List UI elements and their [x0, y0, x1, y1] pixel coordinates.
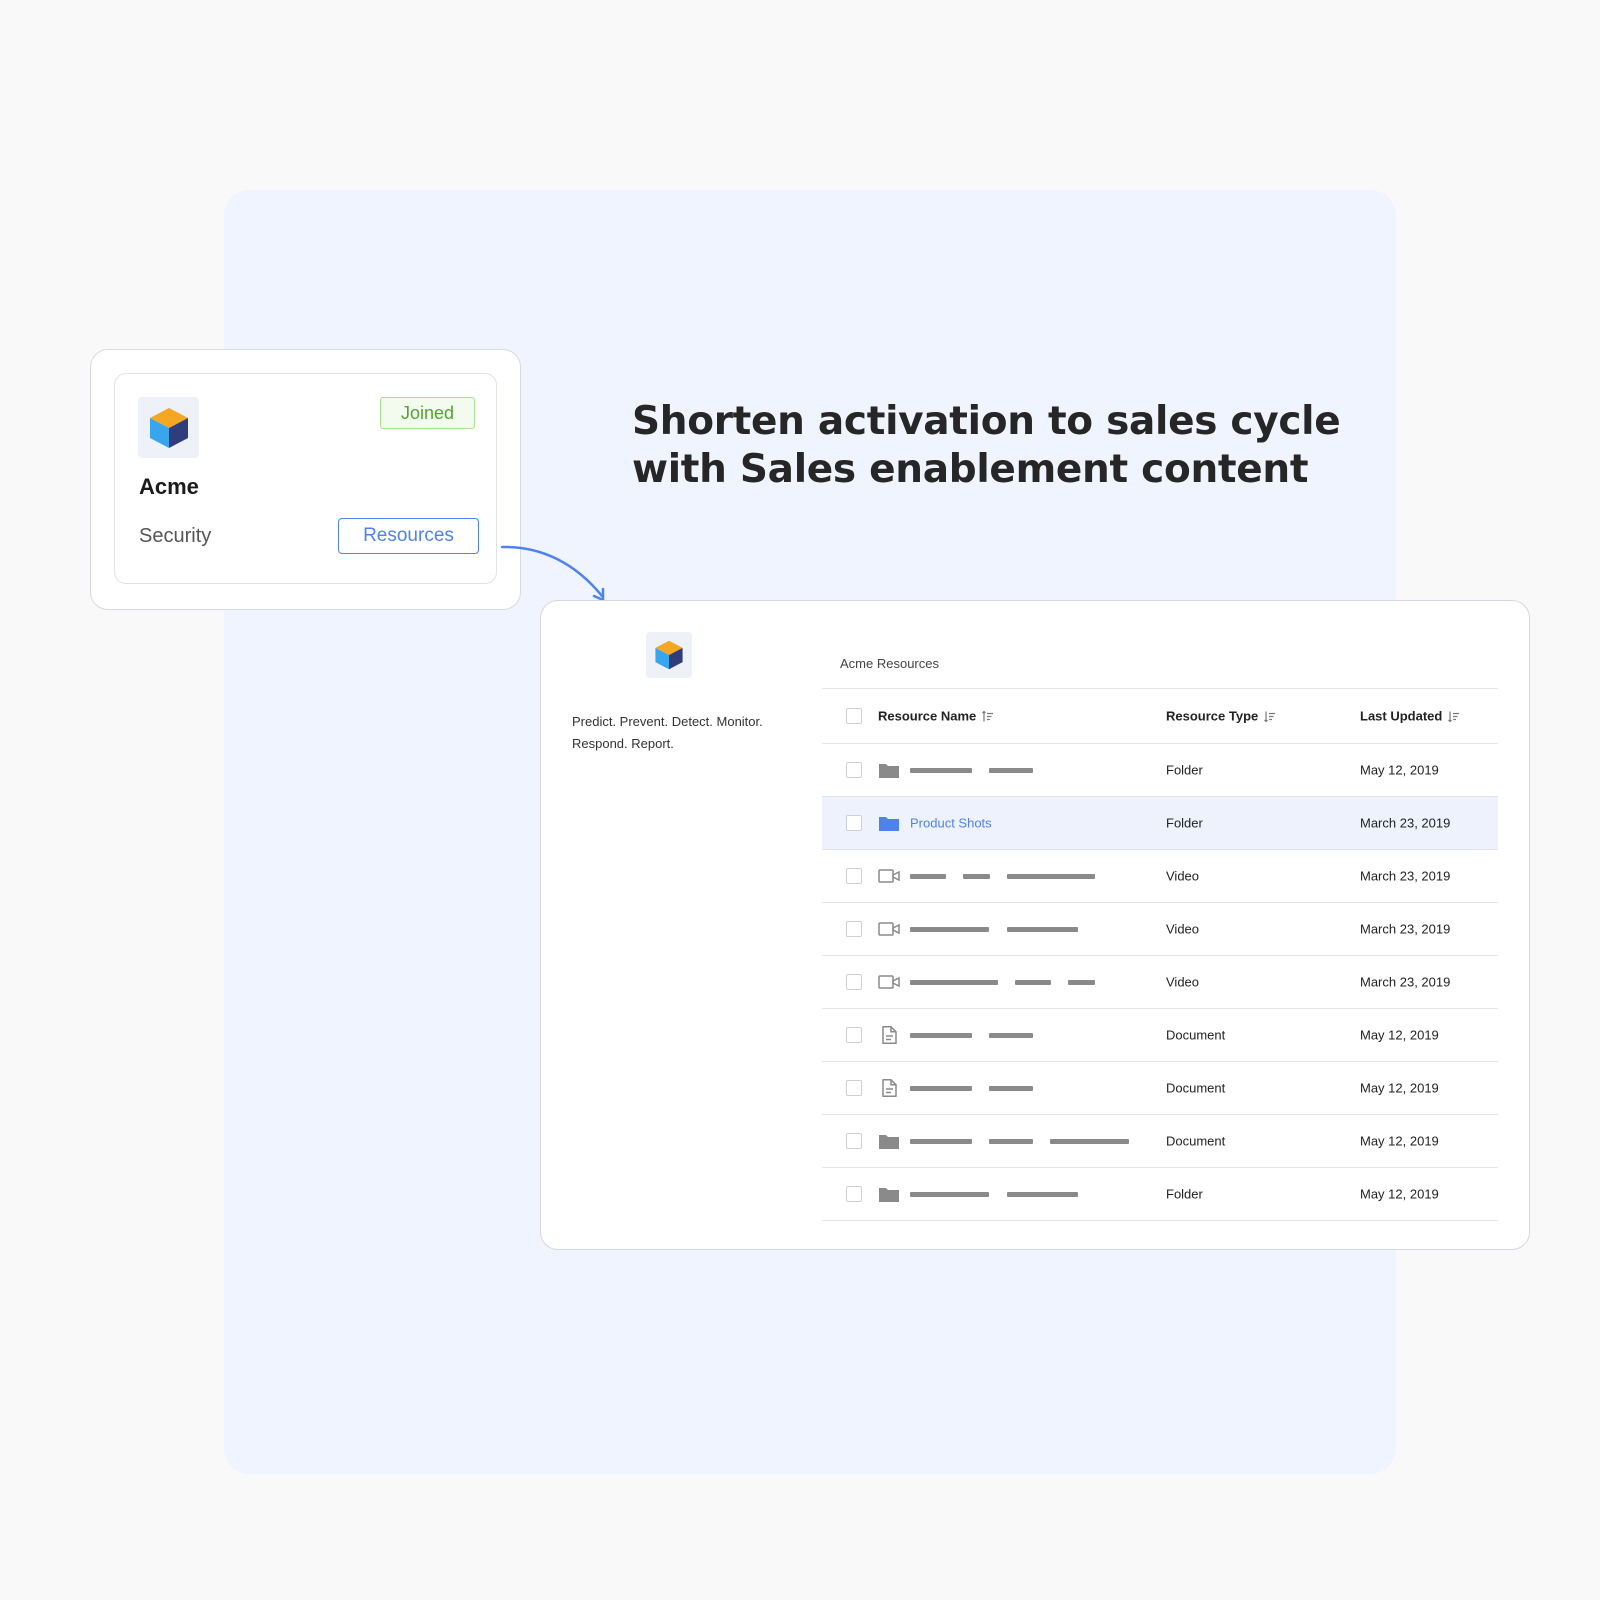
table-row[interactable]: Folder May 12, 2019: [822, 1168, 1498, 1221]
column-header-name-label: Resource Name: [878, 708, 977, 724]
row-type: Folder: [1166, 815, 1203, 831]
row-checkbox[interactable]: [846, 1080, 862, 1096]
row-updated: March 23, 2019: [1360, 868, 1451, 884]
row-checkbox[interactable]: [846, 868, 862, 884]
redacted-name: [910, 980, 1150, 985]
company-tagline: Predict. Prevent. Detect. Monitor. Respo…: [572, 711, 782, 755]
row-type: Document: [1166, 1080, 1226, 1096]
row-checkbox[interactable]: [846, 1186, 862, 1202]
table-row[interactable]: Folder May 12, 2019: [822, 744, 1498, 797]
table-title: Acme Resources: [840, 656, 939, 671]
headline-line-2: with Sales enablement content: [632, 447, 1309, 492]
headline-line-1: Shorten activation to sales cycle: [632, 399, 1341, 444]
joined-badge: Joined: [380, 397, 475, 429]
tagline-line-2: Respond. Report.: [572, 736, 674, 751]
row-type: Video: [1166, 868, 1200, 884]
folder-icon: [879, 817, 899, 831]
row-checkbox[interactable]: [846, 815, 862, 831]
row-updated: May 12, 2019: [1360, 762, 1439, 778]
sort-icon: [1264, 711, 1276, 722]
redacted-name: [910, 768, 1150, 773]
sort-icon: [982, 710, 994, 721]
row-type: Folder: [1166, 1186, 1203, 1202]
table-row[interactable]: Document May 12, 2019: [822, 1009, 1498, 1062]
document-icon: [882, 1026, 897, 1044]
redacted-name: [910, 1139, 1150, 1144]
row-updated: May 12, 2019: [1360, 1080, 1439, 1096]
redacted-name: [910, 1033, 1150, 1038]
folder-icon: [879, 1188, 899, 1202]
folder-icon: [879, 764, 899, 778]
cube-icon: [655, 640, 683, 670]
row-updated: March 23, 2019: [1360, 974, 1451, 990]
company-category: Security: [139, 525, 212, 547]
panel-company-logo: [646, 632, 692, 678]
table-header: Resource Name Resource Type Last Updated: [822, 688, 1498, 744]
row-updated: May 12, 2019: [1360, 1186, 1439, 1202]
sort-icon: [1448, 711, 1460, 722]
row-updated: May 12, 2019: [1360, 1133, 1439, 1149]
table-row[interactable]: Video March 23, 2019: [822, 903, 1498, 956]
table-row-selected[interactable]: Product Shots Folder March 23, 2019: [822, 797, 1498, 850]
table-row[interactable]: Document May 12, 2019: [822, 1062, 1498, 1115]
video-icon: [878, 869, 900, 883]
table-row[interactable]: Video March 23, 2019: [822, 956, 1498, 1009]
resources-table: Resource Name Resource Type Last Updated…: [822, 688, 1498, 1221]
headline: Shorten activation to sales cycle with S…: [632, 398, 1341, 494]
company-card-inner: Joined Acme Security Resources: [114, 373, 497, 584]
column-header-updated-label: Last Updated: [1360, 708, 1443, 724]
row-type: Video: [1166, 974, 1200, 990]
row-updated: March 23, 2019: [1360, 815, 1451, 831]
video-icon: [878, 975, 900, 989]
company-logo: [138, 397, 199, 458]
document-icon: [882, 1079, 897, 1097]
redacted-name: [910, 927, 1150, 932]
row-updated: March 23, 2019: [1360, 921, 1451, 937]
resources-button[interactable]: Resources: [338, 518, 479, 554]
row-checkbox[interactable]: [846, 1027, 862, 1043]
select-all-checkbox[interactable]: [846, 708, 862, 724]
row-checkbox[interactable]: [846, 921, 862, 937]
row-type: Folder: [1166, 762, 1203, 778]
row-checkbox[interactable]: [846, 762, 862, 778]
column-header-name[interactable]: Resource Name: [878, 709, 994, 724]
column-header-updated[interactable]: Last Updated: [1360, 709, 1460, 724]
company-name: Acme: [139, 474, 199, 499]
row-type: Video: [1166, 921, 1200, 937]
resources-panel: Predict. Prevent. Detect. Monitor. Respo…: [540, 600, 1530, 1250]
column-header-type[interactable]: Resource Type: [1166, 709, 1276, 724]
column-header-type-label: Resource Type: [1166, 708, 1259, 724]
redacted-name: [910, 1192, 1150, 1197]
company-card: Joined Acme Security Resources: [90, 349, 521, 610]
row-type: Document: [1166, 1027, 1226, 1043]
row-checkbox[interactable]: [846, 974, 862, 990]
table-row[interactable]: Video March 23, 2019: [822, 850, 1498, 903]
row-checkbox[interactable]: [846, 1133, 862, 1149]
redacted-name: [910, 874, 1150, 879]
row-updated: May 12, 2019: [1360, 1027, 1439, 1043]
row-name-link[interactable]: Product Shots: [910, 816, 992, 831]
folder-icon: [879, 1135, 899, 1149]
video-icon: [878, 922, 900, 936]
table-row[interactable]: Document May 12, 2019: [822, 1115, 1498, 1168]
cube-icon: [149, 407, 188, 448]
row-type: Document: [1166, 1133, 1226, 1149]
tagline-line-1: Predict. Prevent. Detect. Monitor.: [572, 714, 763, 729]
redacted-name: [910, 1086, 1150, 1091]
